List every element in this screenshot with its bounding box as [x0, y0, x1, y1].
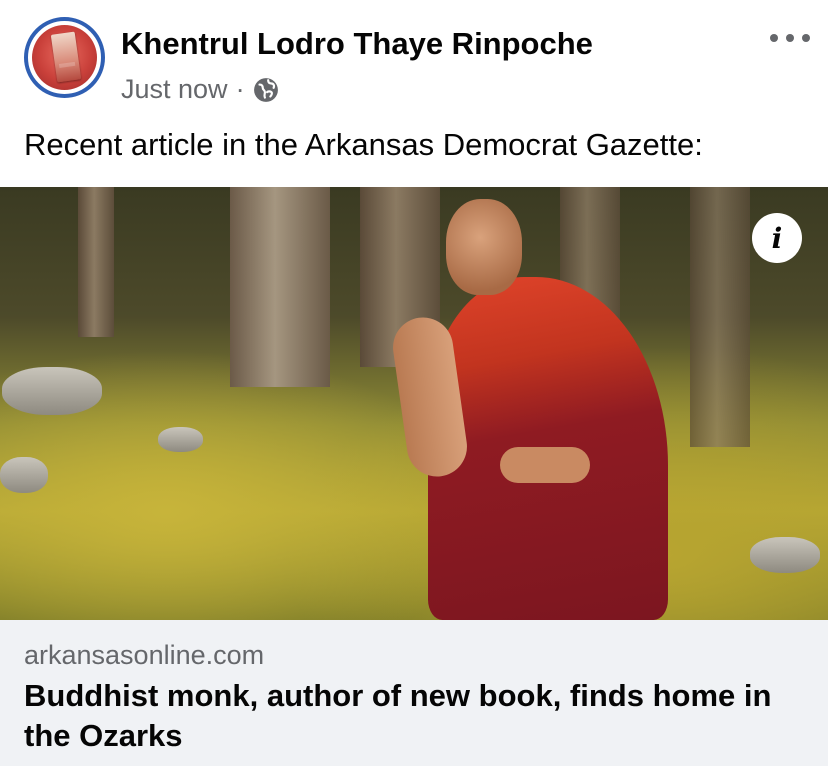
rock: [2, 367, 102, 415]
hands: [500, 447, 590, 483]
info-icon[interactable]: i: [752, 213, 802, 263]
tree-trunk: [230, 187, 330, 387]
tree-trunk: [78, 187, 114, 337]
meta-separator: ·: [235, 74, 245, 104]
link-preview-card[interactable]: arkansasonline.com Buddhist monk, author…: [0, 620, 828, 766]
more-dot: [770, 34, 778, 42]
avatar[interactable]: [24, 17, 105, 98]
rock: [750, 537, 820, 573]
link-headline[interactable]: Buddhist monk, author of new book, finds…: [24, 676, 814, 756]
head: [446, 199, 522, 295]
rock: [158, 427, 203, 452]
post-text: Recent article in the Arkansas Democrat …: [24, 127, 703, 162]
link-domain: arkansasonline.com: [24, 640, 265, 670]
link-preview-image[interactable]: [0, 187, 828, 620]
rock: [0, 457, 48, 493]
author-name[interactable]: Khentrul Lodro Thaye Rinpoche: [121, 26, 593, 62]
avatar-image: [32, 25, 97, 90]
timestamp[interactable]: Just now: [121, 74, 228, 105]
post-meta: Just now ·: [121, 74, 279, 105]
globe-icon[interactable]: [253, 77, 279, 103]
post-header: Khentrul Lodro Thaye Rinpoche Just now ·: [0, 0, 828, 120]
book-cover-icon: [50, 31, 82, 83]
monk-figure: [389, 197, 700, 620]
more-dot: [802, 34, 810, 42]
more-dot: [786, 34, 794, 42]
more-options-icon[interactable]: [770, 28, 810, 48]
